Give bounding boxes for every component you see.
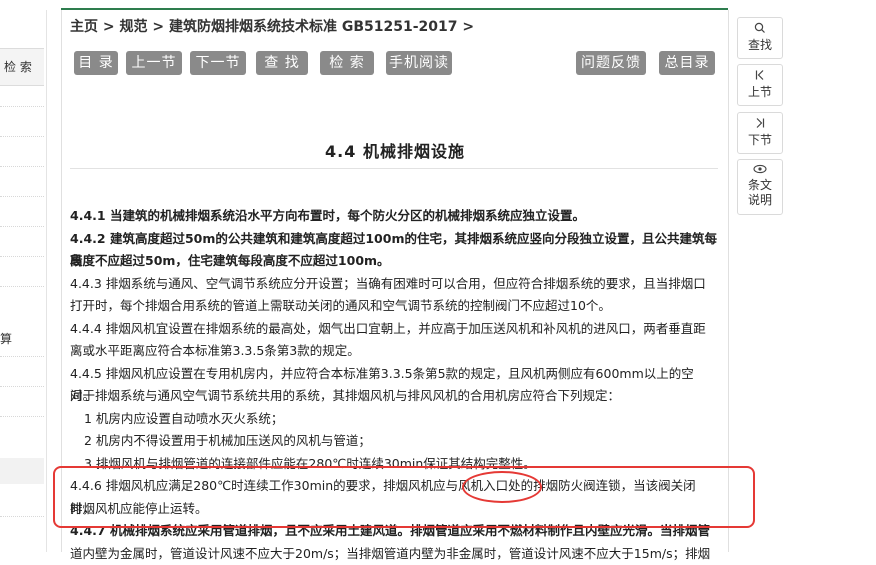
breadcrumb-separator: > (458, 19, 475, 35)
tool-explanation-button[interactable]: 条文说明 (737, 159, 783, 215)
previous-section-icon (738, 69, 782, 83)
left-list-divider (0, 516, 44, 517)
eye-icon (738, 164, 782, 176)
left-sidebar: 检 索 算 (0, 10, 47, 552)
mobile-read-button[interactable]: 手机阅读 (386, 51, 452, 75)
breadcrumb-home-link[interactable]: 主页 (70, 19, 98, 35)
next-section-button[interactable]: 下一节 (190, 51, 246, 75)
paragraph: 打开时，每个排烟合用系统的管道上需联动关闭的通风和空气调节系统的控制阀门不应超过… (70, 295, 718, 318)
tool-prev-label: 上节 (738, 85, 782, 100)
left-list-item[interactable]: 算 (0, 330, 12, 347)
breadcrumb: 主页 > 规范 > 建筑防烟排烟系统技术标准 GB51251-2017 > (70, 16, 474, 36)
tool-find-button[interactable]: 查找 (737, 17, 783, 59)
left-list-divider (0, 196, 44, 197)
master-toc-button[interactable]: 总目录 (659, 51, 715, 75)
find-button[interactable]: 查 找 (256, 51, 308, 75)
paragraph: 道内壁为金属时，管道设计风速不应大于20m/s；当排烟管道内壁为非金属时，管道设… (70, 543, 718, 565)
list-item: 2 机房内不得设置用于机械加压送风的风机与管道； (84, 430, 718, 453)
paragraph: 4.4.1 当建筑的机械排烟系统沿水平方向布置时，每个防火分区的机械排烟系统应独… (70, 205, 718, 228)
tool-find-label: 查找 (738, 38, 782, 53)
paragraph: 对于排烟系统与通风空气调节系统共用的系统，其排烟风机与排风风机的合用机房应符合下… (70, 385, 718, 408)
breadcrumb-separator: > (98, 19, 119, 35)
left-list-divider (0, 386, 44, 387)
section-title: 4.4 机械排烟设施 (62, 138, 728, 162)
breadcrumb-spec-link[interactable]: 规范 (119, 19, 147, 35)
left-list-divider (0, 226, 44, 227)
left-list-divider (0, 106, 44, 107)
prev-section-button[interactable]: 上一节 (126, 51, 182, 75)
tool-explanation-label: 条文说明 (738, 178, 782, 208)
left-list-divider (0, 136, 44, 137)
feedback-button[interactable]: 问题反馈 (576, 51, 646, 75)
annotation-ellipse (462, 471, 542, 503)
list-item: 1 机房内应设置自动喷水灭火系统； (84, 408, 718, 431)
toc-button[interactable]: 目 录 (74, 51, 118, 75)
breadcrumb-document-link[interactable]: 建筑防烟排烟系统技术标准 GB51251-2017 (169, 19, 458, 35)
breadcrumb-separator: > (147, 19, 168, 35)
tool-prev-button[interactable]: 上节 (737, 64, 783, 106)
left-search-button[interactable]: 检 索 (0, 48, 44, 86)
left-list-divider (0, 166, 44, 167)
left-list-divider (0, 286, 44, 287)
left-list-item-selected[interactable] (0, 458, 44, 484)
search-icon (738, 22, 782, 36)
paragraph: 4.4.3 排烟系统与通风、空气调节系统应分开设置；当确有困难时可以合用，但应符… (70, 273, 718, 296)
next-section-icon (738, 117, 782, 131)
annotation-box (53, 466, 755, 528)
left-list-divider (0, 356, 44, 357)
tool-next-button[interactable]: 下节 (737, 112, 783, 154)
title-divider (70, 168, 718, 169)
search-button[interactable]: 检 索 (320, 51, 374, 75)
left-list-divider (0, 416, 44, 417)
paragraph: 离或水平距离应符合本标准第3.3.5条第3款的规定。 (70, 340, 718, 363)
paragraph: 高度不应超过50m，住宅建筑每段高度不应超过100m。 (70, 250, 718, 273)
paragraph: 4.4.4 排烟风机宜设置在排烟系统的最高处，烟气出口宜朝上，并应高于加压送风机… (70, 318, 718, 341)
tool-next-label: 下节 (738, 133, 782, 148)
left-list-divider (0, 256, 44, 257)
